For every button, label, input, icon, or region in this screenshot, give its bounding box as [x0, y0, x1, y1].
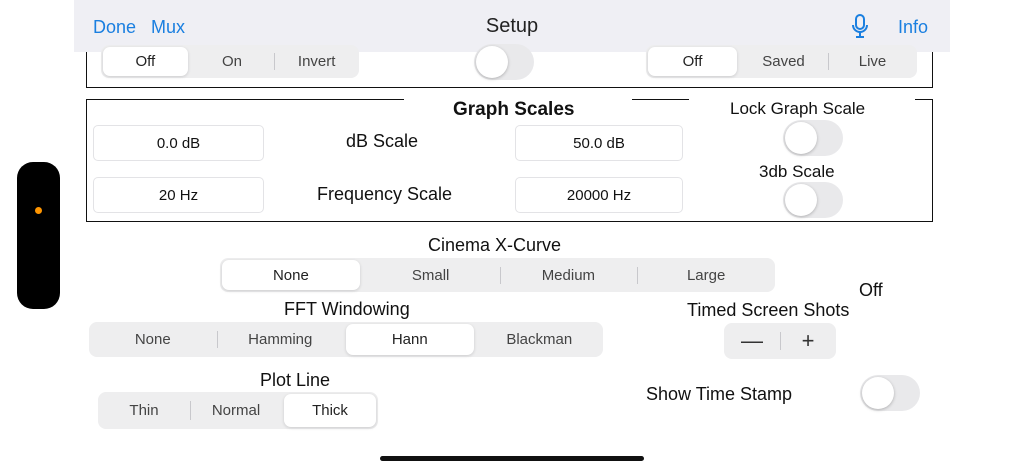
segment-option-large[interactable]: Large [637, 258, 775, 292]
done-button[interactable]: Done [93, 17, 136, 38]
show-time-stamp-toggle[interactable] [860, 375, 920, 411]
segment-option-small[interactable]: Small [362, 258, 500, 292]
plot-line-label: Plot Line [260, 370, 331, 390]
timed-screenshots-stepper: — + [724, 323, 836, 359]
segment-option-normal[interactable]: Normal [190, 392, 282, 429]
toggle-knob [785, 184, 817, 216]
segment-option-medium[interactable]: Medium [499, 258, 638, 292]
lock-graph-scale-label: Lock Graph Scale [730, 99, 866, 118]
db-max-field[interactable]: 50.0 dB [515, 125, 683, 161]
home-indicator[interactable] [380, 456, 644, 461]
cinema-x-curve-segment: None Small Medium Large [220, 258, 775, 292]
graph-scales-title: Graph Scales [453, 99, 575, 120]
segment-option-hann[interactable]: Hann [346, 324, 474, 355]
lock-graph-scale-toggle[interactable] [783, 120, 843, 156]
top-left-segment: Off On Invert [101, 45, 359, 78]
box-border [915, 99, 933, 100]
show-time-stamp-label: Show Time Stamp [646, 384, 793, 404]
fft-windowing-segment: None Hamming Hann Blackman [89, 322, 603, 357]
microphone-icon[interactable] [851, 14, 869, 45]
segment-option-live[interactable]: Live [828, 45, 917, 78]
segment-option-saved[interactable]: Saved [739, 45, 828, 78]
side-handle[interactable] [17, 162, 60, 309]
db-min-field[interactable]: 0.0 dB [93, 125, 264, 161]
freq-max-field[interactable]: 20000 Hz [515, 177, 683, 213]
3db-scale-label: 3db Scale [759, 162, 835, 181]
box-border [86, 99, 87, 222]
cinema-x-curve-label: Cinema X-Curve [428, 235, 562, 255]
status-dot-icon [35, 207, 42, 214]
section-border [932, 52, 933, 88]
timed-screenshots-value: Off [859, 280, 883, 300]
freq-min-field[interactable]: 20 Hz [93, 177, 264, 213]
timed-screenshots-label: Timed Screen Shots [687, 300, 850, 320]
section-border [86, 87, 933, 88]
segment-option-none[interactable]: None [89, 322, 217, 357]
segment-option-thin[interactable]: Thin [98, 392, 190, 429]
segment-option-blackman[interactable]: Blackman [476, 322, 604, 357]
segment-option-none[interactable]: None [222, 260, 360, 290]
box-border [86, 99, 404, 100]
increment-button[interactable]: + [780, 323, 836, 359]
toggle-knob [862, 377, 894, 409]
segment-option-hamming[interactable]: Hamming [216, 322, 345, 357]
box-border [932, 99, 933, 222]
db-scale-label: dB Scale [346, 131, 419, 151]
segment-option-off[interactable]: Off [648, 47, 737, 76]
box-border [632, 99, 689, 100]
info-button[interactable]: Info [898, 17, 928, 38]
frequency-scale-label: Frequency Scale [317, 184, 453, 204]
3db-scale-toggle[interactable] [783, 182, 843, 218]
fft-windowing-label: FFT Windowing [284, 299, 410, 319]
segment-option-off[interactable]: Off [103, 47, 188, 76]
top-right-segment: Off Saved Live [646, 45, 917, 78]
decrement-button[interactable]: — [724, 323, 780, 359]
segment-option-on[interactable]: On [190, 45, 275, 78]
segment-option-invert[interactable]: Invert [274, 45, 359, 78]
plot-line-segment: Thin Normal Thick [98, 392, 378, 429]
mux-button[interactable]: Mux [151, 17, 185, 38]
segment-option-thick[interactable]: Thick [284, 394, 376, 427]
top-toggle[interactable] [474, 44, 534, 80]
box-border [86, 221, 933, 222]
toggle-knob [785, 122, 817, 154]
toggle-knob [476, 46, 508, 78]
page-title: Setup [485, 15, 539, 37]
section-border [86, 52, 87, 88]
